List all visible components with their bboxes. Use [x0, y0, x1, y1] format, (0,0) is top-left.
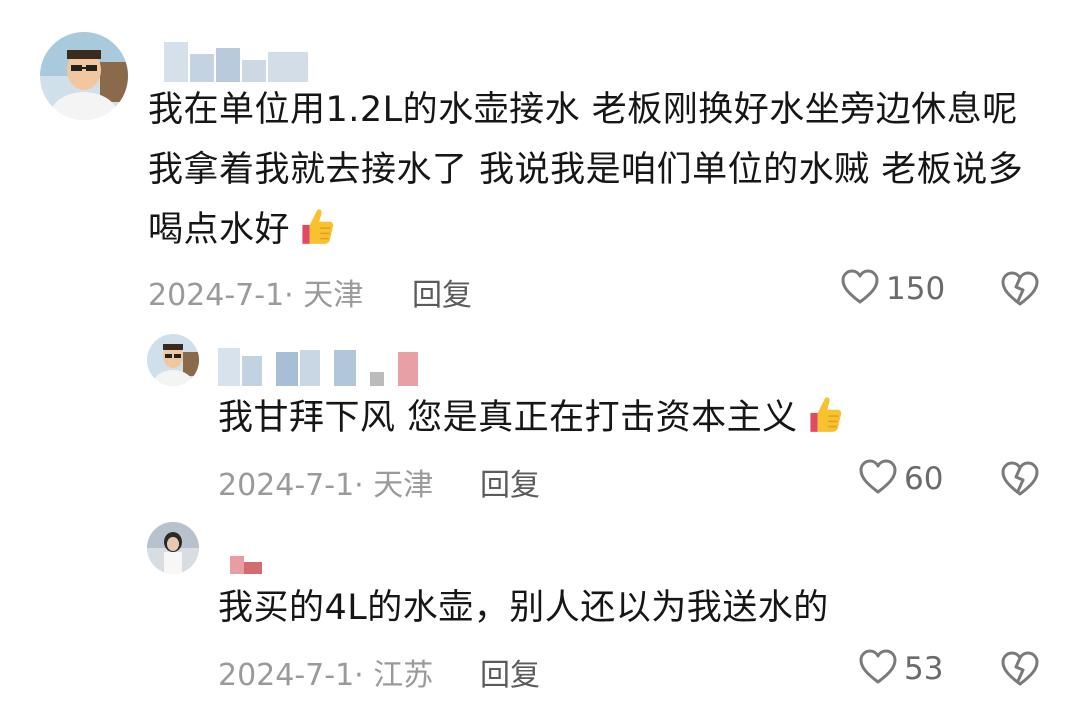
broken-heart-icon	[1000, 461, 1040, 502]
avatar[interactable]	[40, 32, 128, 120]
comment-item: 我在单位用1.2L的水壶接水 老板刚换好水坐旁边休息呢 我拿着我就去接水了 我说…	[0, 0, 1080, 320]
like-button[interactable]: 60	[858, 458, 943, 500]
broken-heart-icon	[1000, 271, 1040, 312]
username-blurred[interactable]	[230, 538, 264, 574]
comment-line: 我买的4L的水壶，别人还以为我送水的	[218, 588, 829, 628]
like-count: 150	[886, 271, 946, 307]
reply-button[interactable]: 回复	[480, 460, 540, 504]
date-location: 2024-7-1· 天津	[148, 278, 364, 313]
broken-heart-icon	[1000, 651, 1040, 692]
username-blurred[interactable]	[164, 32, 310, 82]
heart-outline-icon	[858, 648, 898, 690]
comment-line: 喝点水好	[148, 210, 291, 250]
thumbs-up-emoji-icon	[802, 393, 844, 454]
dislike-button[interactable]	[1000, 270, 1040, 312]
username-blurred[interactable]	[218, 342, 420, 386]
like-count: 60	[904, 461, 944, 497]
comment-line: 我甘拜下风 您是真正在打击资本主义	[218, 398, 798, 438]
reply-button[interactable]: 回复	[412, 270, 472, 314]
heart-outline-icon	[858, 458, 898, 500]
like-button[interactable]: 53	[858, 648, 943, 690]
like-button[interactable]: 150	[840, 268, 945, 310]
date-location: 2024-7-1· 江苏	[218, 658, 434, 693]
reply-item: 我买的4L的水壶，别人还以为我送水的 2024-7-1· 江苏 回复 53	[0, 510, 1080, 707]
comment-line: 我拿着我就去接水了 我说我是咱们单位的水贼 老板说多	[148, 150, 1024, 190]
avatar[interactable]	[147, 522, 199, 574]
comment-line: 我在单位用1.2L的水壶接水 老板刚换好水坐旁边休息呢	[148, 90, 1018, 130]
comment-text: 我在单位用1.2L的水壶接水 老板刚换好水坐旁边休息呢 我拿着我就去接水了 我说…	[148, 80, 1048, 266]
reply-item: 我甘拜下风 您是真正在打击资本主义 2024-7-1· 天津 回复 60	[0, 320, 1080, 510]
like-count: 53	[904, 651, 944, 687]
comment-line-wrap: 喝点水好	[148, 200, 1048, 266]
avatar[interactable]	[147, 334, 199, 386]
date-location: 2024-7-1· 天津	[218, 468, 434, 503]
heart-outline-icon	[840, 268, 880, 310]
comment-text: 我甘拜下风 您是真正在打击资本主义	[218, 388, 1038, 454]
reply-button[interactable]: 回复	[480, 650, 540, 694]
dislike-button[interactable]	[1000, 650, 1040, 692]
comment-text: 我买的4L的水壶，别人还以为我送水的	[218, 578, 1038, 638]
thumbs-up-emoji-icon	[294, 205, 336, 266]
comment-line-wrap: 我甘拜下风 您是真正在打击资本主义	[218, 388, 1038, 454]
dislike-button[interactable]	[1000, 460, 1040, 502]
